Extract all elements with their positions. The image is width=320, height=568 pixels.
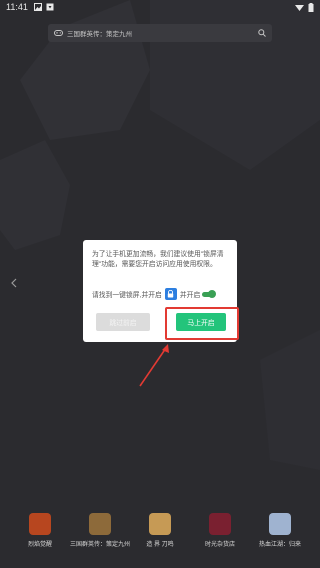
- image-icon: [33, 3, 42, 11]
- dock-item[interactable]: 烈焰觉醒: [11, 513, 69, 553]
- dock-item[interactable]: 热血江湖：归来: [251, 513, 309, 553]
- search-icon[interactable]: [258, 29, 266, 37]
- game-icon[interactable]: [269, 513, 291, 535]
- status-time: 11:41: [6, 2, 28, 12]
- chevron-left-icon[interactable]: [11, 278, 19, 290]
- game-icon[interactable]: [209, 513, 231, 535]
- highlight-box: [165, 307, 239, 340]
- dock-label: 造 界 刀鸣: [146, 542, 174, 548]
- game-icon[interactable]: [29, 513, 51, 535]
- game-icon[interactable]: [89, 513, 111, 535]
- dock-item[interactable]: 造 界 刀鸣: [131, 513, 189, 553]
- toggle-switch: [202, 290, 217, 298]
- pointer-arrow-icon: [139, 344, 169, 387]
- instruction-prefix: 请找到一键锁屏,并开启: [92, 292, 162, 299]
- skip-button[interactable]: 跳过前启: [96, 313, 150, 331]
- dock-label: 烈焰觉醒: [27, 542, 52, 548]
- battery-icon: [308, 2, 314, 12]
- status-bar: 11:41: [0, 0, 320, 14]
- search-placeholder: 三国群英传：策定九州: [67, 31, 132, 38]
- dock-item[interactable]: 时光杂货店: [191, 513, 249, 553]
- dock-item[interactable]: 三国群英传：策定九州: [70, 513, 131, 553]
- dialog-message: 为了让手机更加流畅，我们建议使用"锁屏清理"功能，需要您开启访问应用使用权限。: [92, 251, 224, 268]
- dock-label: 时光杂货店: [204, 542, 235, 548]
- dock-label: 三国群英传：策定九州: [70, 542, 131, 548]
- lock-icon: [164, 288, 177, 300]
- game-icon[interactable]: [149, 513, 171, 535]
- search-bar[interactable]: 三国群英传：策定九州: [48, 24, 272, 42]
- download-icon: [46, 3, 54, 11]
- wifi-icon: [295, 5, 304, 11]
- dialog-instruction-row: 请找到一键锁屏,并开启 并开启: [92, 288, 217, 300]
- bottom-game-dock: 烈焰觉醒 三国群英传：策定九州 造 界 刀鸣 时光杂货店 热血江湖：归来: [0, 513, 320, 553]
- gamepad-icon: [54, 30, 63, 36]
- instruction-suffix: 并开启: [179, 292, 201, 299]
- dock-label: 热血江湖：归来: [258, 542, 301, 548]
